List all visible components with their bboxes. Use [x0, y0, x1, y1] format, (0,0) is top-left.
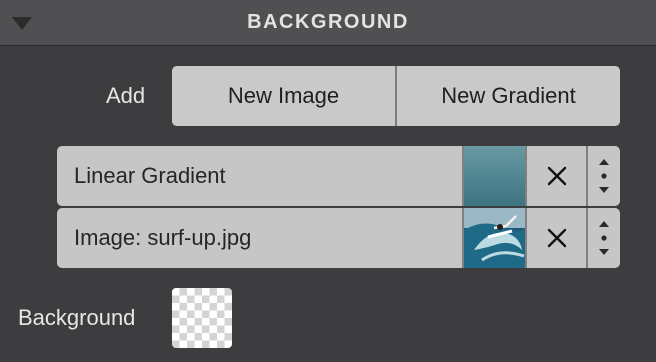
surfer-image [464, 208, 525, 268]
reorder-handle[interactable] [586, 208, 620, 268]
close-icon [547, 228, 566, 248]
delete-layer-button[interactable] [525, 146, 586, 206]
new-image-button[interactable]: New Image [172, 66, 395, 126]
background-label: Background [18, 305, 136, 330]
reorder-handle-icon [599, 159, 609, 193]
layer-row-image[interactable]: Image: surf-up.jpg [57, 208, 620, 268]
delete-layer-button[interactable] [525, 208, 586, 268]
add-button-group: New Image New Gradient [172, 66, 620, 126]
close-icon [547, 166, 566, 186]
new-gradient-button[interactable]: New Gradient [395, 66, 620, 126]
layer-name: Image: surf-up.jpg [74, 225, 252, 250]
surf-image-thumbnail[interactable] [462, 208, 525, 268]
reorder-handle[interactable] [586, 146, 620, 206]
add-label: Add [106, 83, 146, 108]
layer-name: Linear Gradient [74, 163, 226, 188]
layer-row-gradient[interactable]: Linear Gradient [57, 146, 620, 206]
gradient-thumbnail[interactable] [462, 146, 525, 206]
panel-title: BACKGROUND [247, 11, 409, 33]
reorder-handle-icon [599, 221, 609, 255]
background-color-swatch[interactable] [172, 288, 232, 348]
panel-header[interactable]: BACKGROUND [0, 0, 656, 46]
